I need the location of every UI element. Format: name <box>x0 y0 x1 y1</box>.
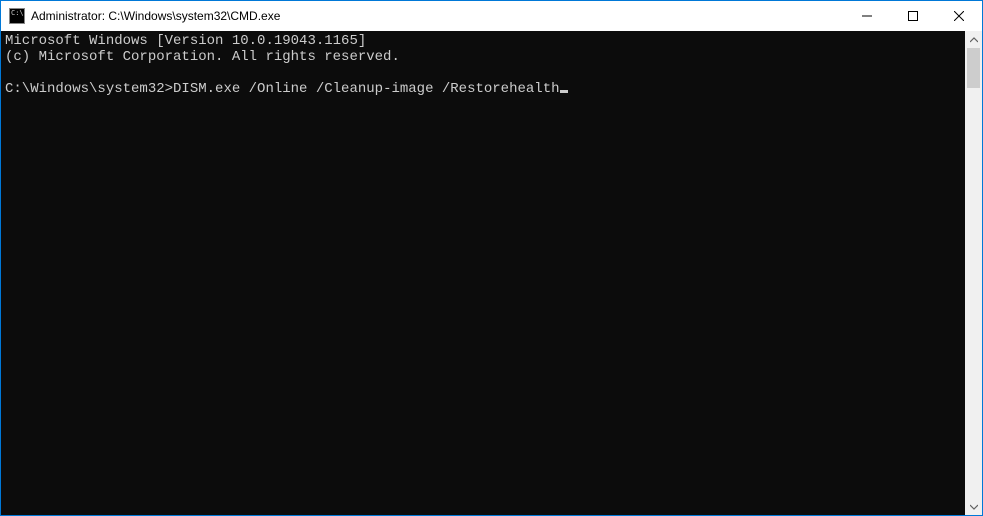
maximize-button[interactable] <box>890 1 936 31</box>
terminal-prompt: C:\Windows\system32> <box>5 81 173 97</box>
terminal-wrapper: Microsoft Windows [Version 10.0.19043.11… <box>1 31 982 515</box>
terminal-line-version: Microsoft Windows [Version 10.0.19043.11… <box>5 33 366 49</box>
scrollbar-track[interactable] <box>965 48 982 498</box>
terminal-line-copyright: (c) Microsoft Corporation. All rights re… <box>5 49 400 65</box>
terminal-content[interactable]: Microsoft Windows [Version 10.0.19043.11… <box>1 31 965 515</box>
scrollbar-up-button[interactable] <box>965 31 982 48</box>
close-button[interactable] <box>936 1 982 31</box>
titlebar[interactable]: Administrator: C:\Windows\system32\CMD.e… <box>1 1 982 31</box>
chevron-up-icon <box>970 36 978 44</box>
cmd-icon <box>9 8 25 24</box>
scrollbar-thumb[interactable] <box>967 48 980 88</box>
terminal-cursor <box>560 90 568 93</box>
maximize-icon <box>908 11 918 21</box>
minimize-button[interactable] <box>844 1 890 31</box>
close-icon <box>954 11 964 21</box>
scrollbar-down-button[interactable] <box>965 498 982 515</box>
chevron-down-icon <box>970 503 978 511</box>
vertical-scrollbar[interactable] <box>965 31 982 515</box>
window-title: Administrator: C:\Windows\system32\CMD.e… <box>31 9 844 23</box>
minimize-icon <box>862 11 872 21</box>
window-controls <box>844 1 982 31</box>
terminal-command: DISM.exe /Online /Cleanup-image /Restore… <box>173 81 559 97</box>
cmd-window: Administrator: C:\Windows\system32\CMD.e… <box>0 0 983 516</box>
